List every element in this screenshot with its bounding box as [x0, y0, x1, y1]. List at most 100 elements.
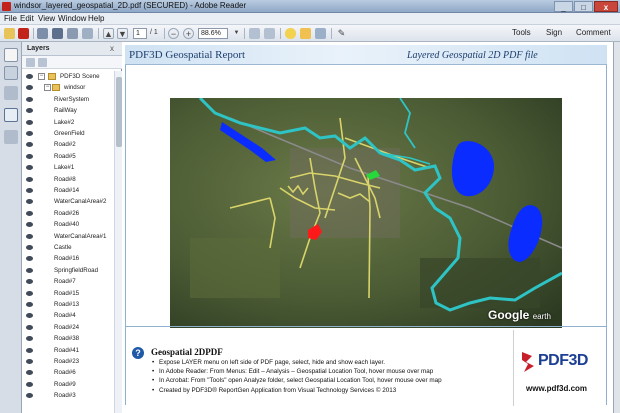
page-thumbnails-icon[interactable] — [4, 48, 18, 62]
eye-icon[interactable] — [26, 188, 33, 193]
maximize-button[interactable]: □ — [574, 1, 593, 12]
eye-icon[interactable] — [26, 119, 33, 125]
eye-icon[interactable] — [26, 153, 33, 159]
menu-view[interactable]: View — [38, 14, 55, 23]
next-page-icon[interactable]: ▼ — [117, 28, 128, 39]
eye-icon[interactable] — [26, 74, 33, 79]
pdf3d-url[interactable]: www.pdf3d.com — [526, 384, 587, 393]
collapse-icon[interactable]: − — [44, 84, 51, 92]
eye-icon[interactable] — [26, 267, 33, 273]
eye-icon[interactable] — [26, 290, 33, 296]
eye-icon[interactable] — [26, 381, 33, 387]
layer-row[interactable]: Road#40 — [22, 219, 114, 230]
layer-row[interactable]: Castle — [22, 242, 114, 253]
layer-properties-icon[interactable] — [38, 58, 47, 67]
layer-row[interactable]: Road#6 — [22, 367, 114, 378]
signatures-icon[interactable] — [4, 130, 18, 144]
previous-page-icon[interactable]: ▲ — [103, 28, 114, 39]
layers-close-icon[interactable]: x — [110, 44, 114, 53]
layer-options-icon[interactable] — [26, 58, 35, 67]
layer-row[interactable]: SpringfieldRoad — [22, 265, 114, 276]
eye-icon[interactable] — [26, 336, 33, 342]
bookmarks-icon[interactable] — [4, 66, 18, 80]
layer-row[interactable]: Road#9 — [22, 379, 114, 390]
eye-icon[interactable] — [26, 256, 33, 262]
eye-icon[interactable] — [26, 245, 33, 250]
layer-row[interactable]: Road#5 — [22, 151, 114, 162]
layer-row[interactable]: Road#2 — [22, 139, 114, 150]
menu-edit[interactable]: Edit — [20, 14, 34, 23]
pen-icon[interactable]: ✎ — [336, 28, 347, 39]
create-pdf-icon[interactable] — [18, 28, 29, 39]
layer-row[interactable]: Road#23 — [22, 356, 114, 367]
comment-pane-button[interactable]: Comment — [576, 28, 611, 37]
layer-folder-row[interactable]: − windsor — [22, 82, 114, 93]
eye-icon[interactable] — [26, 199, 33, 205]
eye-icon[interactable] — [26, 393, 33, 399]
comment-bubble-icon[interactable] — [285, 28, 296, 39]
layer-row[interactable]: Road#3 — [22, 390, 114, 401]
menu-help[interactable]: Help — [88, 14, 104, 23]
layer-row[interactable]: WaterCanalArea#1 — [22, 231, 114, 242]
layer-row[interactable]: Road#26 — [22, 208, 114, 219]
layer-row[interactable]: RailWay — [22, 105, 114, 116]
open-icon[interactable] — [4, 28, 15, 39]
eye-icon[interactable] — [26, 96, 33, 102]
layer-row[interactable]: RiverSystem — [22, 94, 114, 105]
layer-row[interactable]: Road#16 — [22, 253, 114, 264]
eye-icon[interactable] — [26, 165, 33, 171]
eye-icon[interactable] — [26, 176, 33, 182]
eye-icon[interactable] — [26, 210, 33, 216]
eye-icon[interactable] — [26, 233, 33, 239]
eye-icon[interactable] — [26, 108, 33, 114]
email-icon[interactable] — [37, 28, 48, 39]
layer-row[interactable]: Road#14 — [22, 185, 114, 196]
eye-icon[interactable] — [26, 279, 33, 285]
eye-icon[interactable] — [26, 222, 33, 228]
eye-icon[interactable] — [26, 313, 33, 319]
layer-row[interactable]: WaterCanalArea#2 — [22, 196, 114, 207]
eye-icon[interactable] — [26, 359, 33, 364]
eye-icon[interactable] — [26, 142, 33, 148]
eye-icon[interactable] — [26, 324, 33, 330]
layer-row[interactable]: Road#24 — [22, 322, 114, 333]
menu-file[interactable]: File — [4, 14, 17, 23]
layer-root-row[interactable]: − PDF3D Scene — [22, 71, 114, 82]
layers-icon[interactable] — [4, 108, 18, 122]
eye-icon[interactable] — [26, 85, 33, 91]
sign-icon[interactable] — [315, 28, 326, 39]
save-icon[interactable] — [52, 28, 63, 39]
layer-row[interactable]: Road#7 — [22, 276, 114, 287]
print-icon[interactable] — [67, 28, 78, 39]
eye-icon[interactable] — [26, 131, 33, 136]
layers-scrollbar[interactable] — [114, 71, 122, 413]
eye-icon[interactable] — [26, 347, 33, 353]
zoom-out-icon[interactable]: − — [168, 28, 179, 39]
layer-row[interactable]: Road#4 — [22, 310, 114, 321]
layer-row[interactable]: Road#13 — [22, 299, 114, 310]
layer-row[interactable]: Road#8 — [22, 174, 114, 185]
layer-row[interactable]: Road#15 — [22, 288, 114, 299]
tools-pane-button[interactable]: Tools — [512, 28, 531, 37]
zoom-in-icon[interactable]: + — [183, 28, 194, 39]
menu-window[interactable]: Window — [58, 14, 86, 23]
layer-row[interactable]: Road#41 — [22, 345, 114, 356]
page-number-input[interactable]: 1 — [133, 28, 147, 39]
document-scrollbar[interactable] — [613, 42, 620, 413]
highlight-icon[interactable] — [300, 28, 311, 39]
eye-icon[interactable] — [26, 302, 33, 307]
zoom-dropdown-chevron-icon[interactable]: ▼ — [231, 28, 242, 39]
fit-page-icon[interactable] — [249, 28, 260, 39]
geospatial-map[interactable]: Google earth — [170, 98, 562, 328]
sign-pane-button[interactable]: Sign — [546, 28, 562, 37]
eye-icon[interactable] — [26, 370, 33, 376]
share-icon[interactable] — [82, 28, 93, 39]
fit-width-icon[interactable] — [264, 28, 275, 39]
minimize-button[interactable]: _ — [554, 1, 573, 12]
layer-row[interactable]: Lake#1 — [22, 162, 114, 173]
attachments-icon[interactable] — [4, 86, 18, 100]
close-button[interactable]: x — [594, 1, 618, 12]
layer-row[interactable]: GreenField — [22, 128, 114, 139]
zoom-level-select[interactable]: 88.6% — [198, 28, 228, 39]
layer-row[interactable]: Road#38 — [22, 333, 114, 344]
